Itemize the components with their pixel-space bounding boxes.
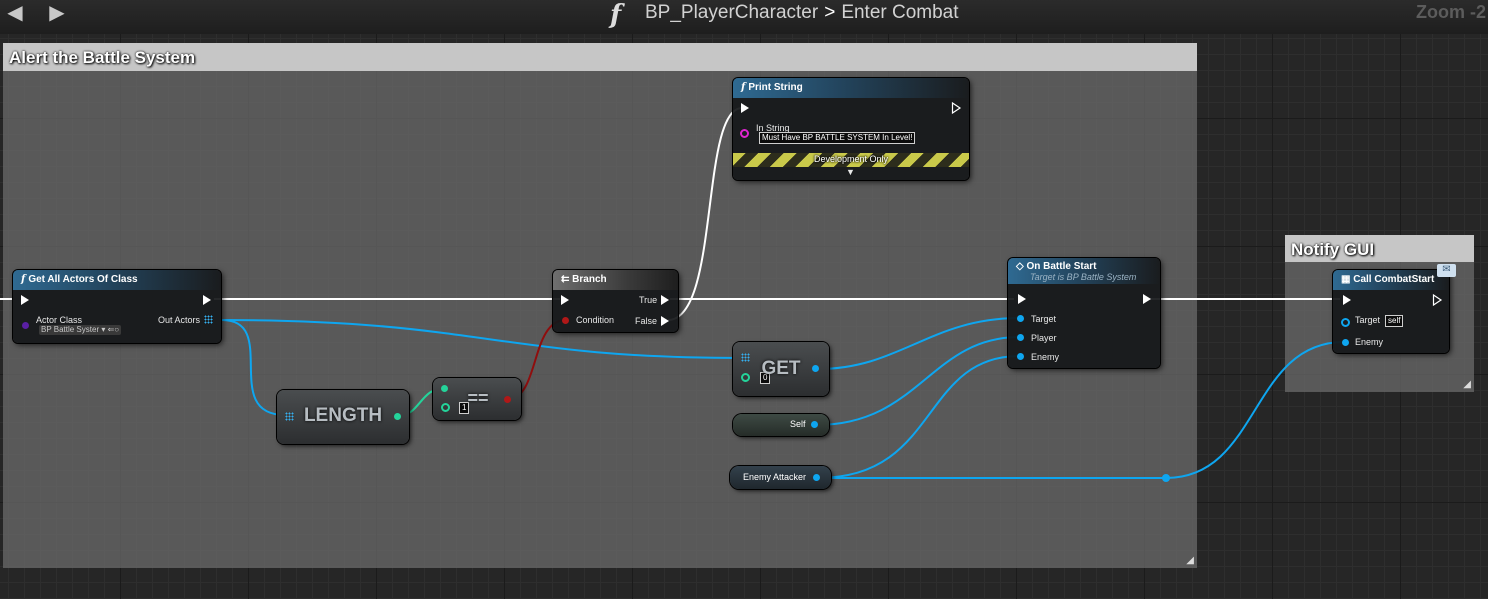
node-label: ==	[467, 388, 489, 408]
reroute-knot	[1162, 474, 1170, 482]
node-label: Enemy Attacker	[743, 472, 807, 482]
object-out-pin[interactable]	[813, 474, 820, 481]
node-enemy-attacker[interactable]: Enemy Attacker	[730, 466, 831, 489]
event-diamond-icon: ◇	[1016, 261, 1024, 272]
node-equals[interactable]: 1 ==	[433, 378, 521, 420]
exec-in-pin[interactable]	[1018, 294, 1026, 304]
node-get[interactable]: 0 GET	[733, 342, 829, 396]
pin-label: Target	[1031, 314, 1057, 324]
enemy-pin[interactable]	[1342, 339, 1349, 346]
target-self-field[interactable]: self	[1385, 315, 1404, 327]
object-out-pin[interactable]	[811, 421, 818, 428]
node-branch[interactable]: ⇇ Branch True Condition False	[553, 270, 678, 332]
int-in-pin[interactable]	[741, 373, 750, 382]
condition-pin[interactable]	[562, 317, 569, 324]
exec-in-pin[interactable]	[21, 295, 29, 305]
pin-label: Out Actors	[158, 315, 201, 325]
string-pin[interactable]	[740, 129, 749, 138]
array-pin[interactable]	[741, 353, 750, 362]
in-string-field[interactable]: Must Have BP BATTLE SYSTEM In Level!	[759, 132, 916, 144]
function-icon: f	[21, 274, 26, 285]
node-subtitle: Target is BP Battle System	[1030, 272, 1137, 282]
node-get-all-actors-of-class[interactable]: f Get All Actors Of Class Actor Class BP …	[13, 270, 221, 343]
expand-arrow-icon[interactable]: ▼	[846, 166, 855, 178]
int-out-pin[interactable]	[394, 413, 401, 420]
node-title: On Battle Start	[1026, 261, 1097, 272]
target-pin[interactable]	[1341, 318, 1350, 327]
node-on-battle-start[interactable]: ◇ On Battle Start Target is BP Battle Sys…	[1008, 258, 1160, 368]
node-label: GET	[761, 358, 801, 379]
pin-label: Target	[1355, 315, 1381, 325]
pin-label: True	[639, 295, 658, 305]
bool-out-pin[interactable]	[504, 396, 511, 403]
array-pin[interactable]	[285, 412, 294, 421]
node-title: Get All Actors Of Class	[28, 274, 138, 285]
node-title: Branch	[572, 274, 607, 285]
node-print-string[interactable]: f Print String In String Must Have BP BAT…	[733, 78, 969, 180]
node-header: ◇ On Battle Start Target is BP Battle Sys…	[1008, 258, 1160, 284]
object-in-pin[interactable]	[1017, 353, 1024, 360]
exec-out-pin[interactable]	[1143, 294, 1151, 304]
node-label: LENGTH	[303, 405, 383, 426]
object-wire	[817, 355, 1021, 479]
exec-in-pin[interactable]	[561, 295, 569, 305]
actor-class-dropdown[interactable]: BP Battle Syster ▾ ⇐○	[39, 325, 122, 335]
pin-label: Enemy	[1031, 352, 1060, 362]
node-header: ⇇ Branch	[553, 270, 678, 290]
exec-false-pin[interactable]	[661, 316, 669, 326]
exec-out-pin[interactable]	[203, 295, 211, 305]
class-pin[interactable]	[22, 322, 29, 329]
object-out-pin[interactable]	[812, 365, 819, 372]
dev-only-label: Development Only	[813, 154, 889, 164]
object-in-pin[interactable]	[1017, 315, 1024, 322]
int-in-pin[interactable]	[441, 385, 448, 392]
pin-label: Player	[1031, 333, 1057, 343]
branch-icon: ⇇	[561, 274, 570, 285]
node-call-combat-start[interactable]: ▦ Call CombatStart ✉ Target self Enemy	[1333, 264, 1456, 353]
exec-out-outline	[1432, 293, 1443, 307]
node-self[interactable]: Self	[733, 414, 829, 436]
node-label: Self	[790, 419, 806, 429]
exec-wire	[667, 107, 743, 321]
pin-label: Condition	[576, 315, 615, 325]
object-wire	[815, 336, 1021, 426]
pin-label: False	[635, 316, 658, 326]
pin-label: Enemy	[1355, 337, 1384, 347]
array-pin[interactable]	[204, 315, 213, 324]
exec-true-pin[interactable]	[661, 295, 669, 305]
dropdown-value: BP Battle Syster	[41, 325, 100, 334]
int-in-pin[interactable]	[441, 403, 450, 412]
object-wire	[221, 319, 286, 416]
object-in-pin[interactable]	[1017, 334, 1024, 341]
node-header: f Get All Actors Of Class	[13, 270, 221, 290]
node-length[interactable]: LENGTH	[277, 390, 409, 444]
